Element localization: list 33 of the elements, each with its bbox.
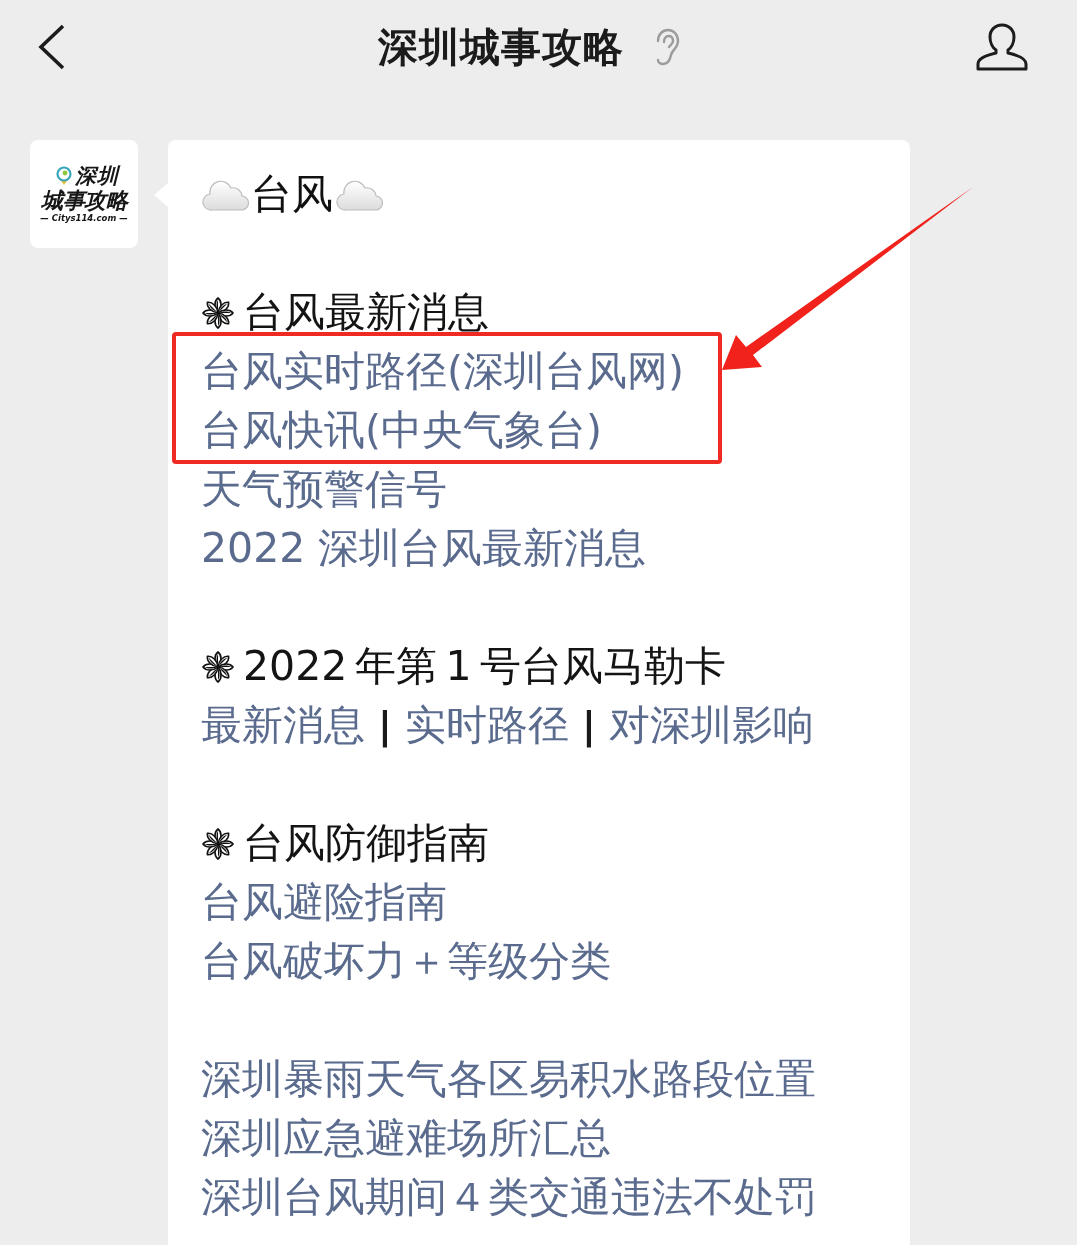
article-link[interactable]: 天气预警信号 <box>201 460 447 519</box>
message-title: 台风 <box>251 169 333 220</box>
link-separator: | <box>377 702 393 750</box>
back-icon <box>38 24 66 70</box>
avatar-tile[interactable]: 深圳 城事攻略 — Citys114.com — <box>30 140 138 248</box>
article-link[interactable]: 台风避险指南 <box>201 873 447 932</box>
profile-button[interactable] <box>975 23 1029 71</box>
flower-icon <box>201 826 235 861</box>
article-link[interactable]: 台风实时路径(深圳台风网) <box>201 342 684 401</box>
link-separator: | <box>580 702 597 750</box>
back-button[interactable] <box>38 24 66 70</box>
page-title: 深圳城事攻略 <box>377 22 624 72</box>
article-link[interactable]: 对深圳影响 <box>608 696 814 755</box>
section-heading: 台风最新消息 <box>243 287 489 338</box>
article-link[interactable]: 实时路径 <box>404 696 569 755</box>
logo-text: 城事攻略 <box>41 188 127 213</box>
cloud-icon <box>201 178 249 211</box>
section-heading: 2022 年第 1 号台风马勒卡 <box>243 641 726 692</box>
article-link[interactable]: 2022 深圳台风最新消息 <box>201 519 647 578</box>
flower-icon <box>201 649 235 684</box>
profile-icon <box>975 23 1029 71</box>
logo-text: 深圳 <box>74 164 119 188</box>
logo-text: — Citys114.com — <box>40 213 128 224</box>
cloud-icon <box>335 178 383 211</box>
article-link[interactable]: 深圳台风期间４类交通违法不处罚 <box>201 1168 816 1227</box>
article-link[interactable]: 台风破坏力＋等级分类 <box>201 932 611 991</box>
article-link[interactable]: 最新消息 <box>201 696 365 755</box>
flower-icon <box>201 295 235 330</box>
location-pin-icon <box>55 166 72 187</box>
article-link[interactable]: 深圳暴雨天气各区易积水路段位置 <box>201 1050 816 1109</box>
section-heading: 台风防御指南 <box>243 818 489 869</box>
article-link[interactable]: 深圳应急避难场所汇总 <box>201 1109 611 1168</box>
article-link[interactable]: 台风快讯(中央气象台) <box>201 401 602 460</box>
